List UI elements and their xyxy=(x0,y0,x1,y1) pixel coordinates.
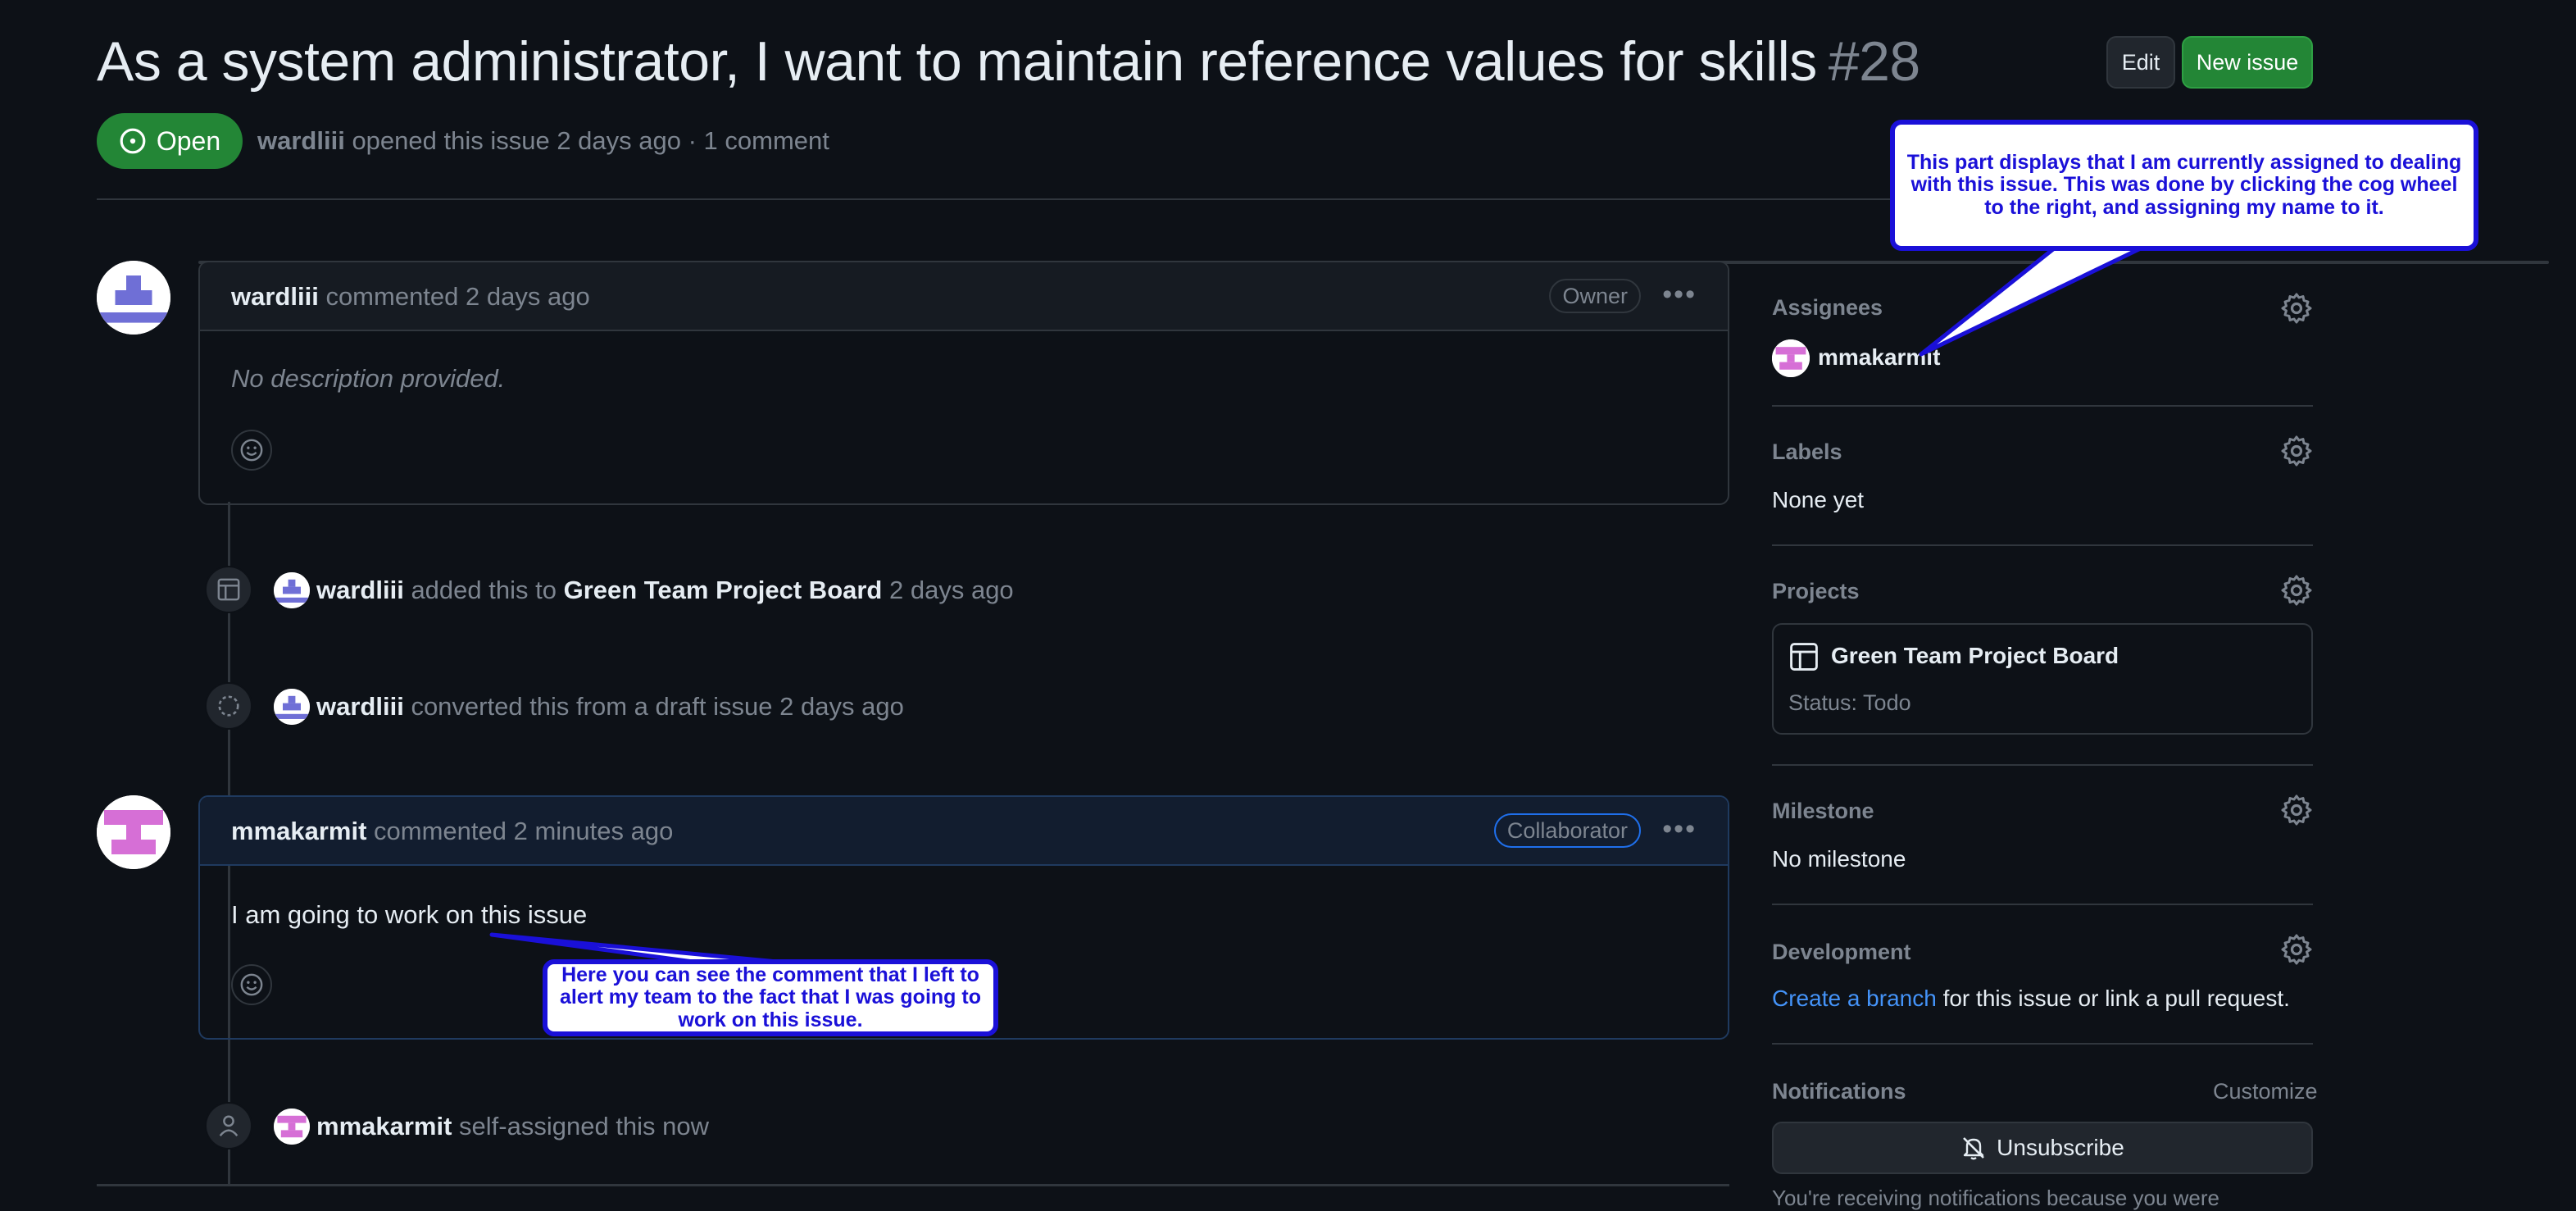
milestone-gear-icon[interactable] xyxy=(2280,794,2313,826)
unsubscribe-label: Unsubscribe xyxy=(1997,1135,2124,1160)
avatar[interactable] xyxy=(97,795,170,869)
comment-author[interactable]: mmakarmit xyxy=(231,817,366,845)
assign-event-icon xyxy=(205,1102,252,1150)
issue-title: As a system administrator, I want to mai… xyxy=(97,30,1920,93)
milestone-heading: Milestone xyxy=(1772,799,1874,823)
more-options-icon[interactable]: ••• xyxy=(1662,813,1697,845)
assignees-heading: Assignees xyxy=(1772,295,1883,320)
issue-opened-text: opened this issue 2 days ago · 1 comment xyxy=(352,126,829,155)
new-issue-button[interactable]: New issue xyxy=(2182,36,2313,89)
development-rest: for this issue or link a pull request. xyxy=(1942,986,2290,1011)
comment-action: commented 2 days ago xyxy=(325,282,590,311)
comment-header: mmakarmit commented 2 minutes ago Collab… xyxy=(200,797,1728,866)
role-badge: Owner xyxy=(1549,279,1641,313)
wardliii-avatar-icon xyxy=(97,261,170,335)
event-actor[interactable]: wardliii xyxy=(316,692,404,721)
avatar[interactable] xyxy=(274,1109,310,1145)
comment-header-text: mmakarmit commented 2 minutes ago xyxy=(231,817,673,846)
event-actor[interactable]: wardliii xyxy=(316,576,404,604)
comment-header: wardliii commented 2 days ago Owner ••• xyxy=(200,262,1728,331)
role-badge: Collaborator xyxy=(1493,813,1641,848)
project-status: Status: Todo xyxy=(1788,690,1911,715)
comment-box-wardliii: wardliii commented 2 days ago Owner ••• … xyxy=(198,261,1729,505)
project-event-icon xyxy=(205,566,252,613)
projects-heading: Projects xyxy=(1772,579,1860,603)
issue-number: #28 xyxy=(1828,30,1920,93)
notifications-heading: Notifications xyxy=(1772,1079,1906,1104)
issue-author-link[interactable]: wardliii xyxy=(257,126,345,155)
wardliii-avatar-icon xyxy=(274,572,310,608)
issue-open-icon xyxy=(120,128,146,154)
project-card[interactable]: Green Team Project Board Status: Todo xyxy=(1772,623,2313,735)
mmakarmit-avatar-icon xyxy=(97,795,170,869)
more-options-icon[interactable]: ••• xyxy=(1662,279,1697,311)
mmakarmit-avatar-icon xyxy=(1772,339,1810,377)
comment-callout: Here you can see the comment that I left… xyxy=(543,959,998,1036)
avatar[interactable] xyxy=(97,261,170,335)
labels-heading: Labels xyxy=(1772,439,1842,464)
labels-gear-icon[interactable] xyxy=(2280,435,2313,467)
sidebar-divider xyxy=(1772,1043,2313,1045)
status-label: Open xyxy=(156,125,221,156)
timeline-event: wardliii converted this from a draft iss… xyxy=(316,692,904,722)
event-text: converted this from a draft issue 2 days… xyxy=(411,692,904,721)
mmakarmit-avatar-icon xyxy=(274,1109,310,1145)
sidebar-divider xyxy=(1772,405,2313,407)
labels-value: None yet xyxy=(1772,487,1865,512)
comment-author[interactable]: wardliii xyxy=(231,282,319,311)
customize-link[interactable]: Customize xyxy=(2213,1079,2318,1104)
assignees-gear-icon[interactable] xyxy=(2280,292,2313,325)
timeline-event: wardliii added this to Green Team Projec… xyxy=(316,576,1014,605)
status-badge: Open xyxy=(97,113,243,169)
bell-slash-icon xyxy=(1963,1137,1985,1160)
notifications-note: You're receiving notifications because y… xyxy=(1772,1186,2219,1210)
avatar[interactable] xyxy=(274,689,310,725)
comment-body: I am going to work on this issue xyxy=(231,900,588,929)
wardliii-avatar-icon xyxy=(274,689,310,725)
issue-title-text: As a system administrator, I want to mai… xyxy=(97,30,1817,93)
create-branch-link[interactable]: Create a branch xyxy=(1772,986,1937,1011)
sidebar-divider xyxy=(1772,764,2313,766)
smiley-icon xyxy=(240,439,263,462)
comment-action: commented 2 minutes ago xyxy=(374,817,674,845)
projects-gear-icon[interactable] xyxy=(2280,574,2313,607)
event-text: added this to xyxy=(411,576,557,604)
milestone-value: No milestone xyxy=(1772,846,1906,872)
draft-event-icon xyxy=(205,682,252,730)
add-reaction-button[interactable] xyxy=(231,430,272,471)
development-heading: Development xyxy=(1772,940,1911,964)
timeline-event: mmakarmit self-assigned this now xyxy=(316,1112,709,1141)
table-icon xyxy=(1790,643,1818,671)
table-icon xyxy=(217,578,240,601)
development-gear-icon[interactable] xyxy=(2280,933,2313,966)
event-actor[interactable]: mmakarmit xyxy=(316,1112,452,1140)
assignee-name[interactable]: mmakarmit xyxy=(1818,344,1940,371)
timeline-bottom-divider xyxy=(97,1184,1729,1186)
issue-meta: wardliii opened this issue 2 days ago · … xyxy=(257,126,829,156)
sidebar-divider xyxy=(1772,544,2313,546)
project-board-name[interactable]: Green Team Project Board xyxy=(1831,643,2119,669)
development-text: Create a branch for this issue or link a… xyxy=(1772,986,2290,1012)
comment-header-text: wardliii commented 2 days ago xyxy=(231,282,590,312)
event-target-link[interactable]: Green Team Project Board xyxy=(564,576,883,604)
comment-body: No description provided. xyxy=(231,364,506,393)
avatar[interactable] xyxy=(1772,339,1810,377)
add-reaction-button[interactable] xyxy=(231,964,272,1005)
sidebar-divider xyxy=(1772,904,2313,905)
event-time: 2 days ago xyxy=(889,576,1014,604)
smiley-icon xyxy=(240,973,263,996)
avatar[interactable] xyxy=(274,572,310,608)
unsubscribe-button[interactable]: Unsubscribe xyxy=(1772,1122,2313,1174)
edit-button[interactable]: Edit xyxy=(2106,36,2175,89)
person-icon xyxy=(219,1115,239,1136)
dashed-circle-icon xyxy=(218,695,239,717)
event-text: self-assigned this now xyxy=(459,1112,710,1140)
assignee-callout: This part displays that I am currently a… xyxy=(1890,120,2478,251)
